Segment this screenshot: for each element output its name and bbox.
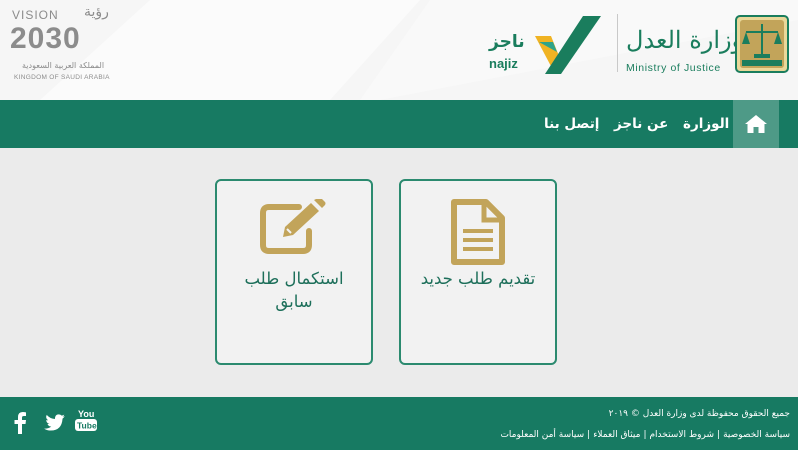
edit-icon bbox=[260, 199, 326, 254]
continue-request-card[interactable]: استكمال طلب سابق bbox=[215, 179, 373, 365]
youtube-link[interactable]: You Tube bbox=[75, 409, 97, 433]
najiz-check-icon bbox=[535, 16, 601, 74]
copyright-text: جميع الحقوق محفوظة لدى وزارة العدل © ٢٠١… bbox=[608, 409, 790, 419]
continue-request-label: استكمال طلب سابق bbox=[244, 269, 344, 311]
customer-charter-link[interactable]: ميثاق العملاء bbox=[593, 430, 640, 440]
terms-of-use-link[interactable]: شروط الاستخدام bbox=[649, 430, 714, 440]
vision-year: 2030 bbox=[10, 22, 81, 55]
facebook-icon bbox=[14, 412, 26, 434]
footer: You Tube جميع الحقوق محفوظة لدى وزارة ال… bbox=[0, 397, 798, 450]
main-navigation: الوزارة عن ناجز إتصل بنا bbox=[0, 100, 798, 148]
ministry-of-justice-logo[interactable]: وزارة العدل Ministry of Justice bbox=[622, 10, 790, 80]
vision-ar-subtitle: المملكة العربية السعودية bbox=[22, 61, 105, 70]
vision-en-subtitle: KINGDOM OF SAUDI ARABIA bbox=[14, 74, 110, 81]
svg-text:You: You bbox=[78, 409, 94, 419]
moj-ar-name: وزارة العدل bbox=[626, 26, 744, 54]
facebook-link[interactable] bbox=[13, 411, 27, 435]
information-security-policy-link[interactable]: سياسة أمن المعلومات bbox=[500, 430, 584, 440]
new-request-label: تقديم طلب جديد bbox=[420, 269, 536, 288]
footer-links: سياسة الخصوصية|شروط الاستخدام|ميثاق العم… bbox=[500, 430, 790, 440]
link-separator: | bbox=[717, 430, 721, 440]
vision-2030-logo: VISION رؤية 2030 المملكة العربية السعودي… bbox=[10, 4, 125, 83]
svg-text:Tube: Tube bbox=[77, 421, 97, 431]
vision-en-title: VISION bbox=[12, 8, 59, 22]
nav-item-ministry[interactable]: الوزارة bbox=[683, 100, 729, 148]
twitter-link[interactable] bbox=[43, 411, 65, 435]
header: VISION رؤية 2030 المملكة العربية السعودي… bbox=[0, 0, 798, 100]
nav-item-about-najiz[interactable]: عن ناجز bbox=[614, 100, 668, 148]
document-icon bbox=[451, 199, 505, 265]
link-separator: | bbox=[587, 430, 591, 440]
youtube-icon: You Tube bbox=[75, 409, 97, 431]
header-divider bbox=[617, 14, 618, 72]
najiz-ar-name: ناجز bbox=[489, 32, 525, 52]
najiz-en-name: najiz bbox=[489, 56, 518, 71]
nav-item-contact-us[interactable]: إتصل بنا bbox=[544, 100, 599, 148]
home-button[interactable] bbox=[733, 100, 779, 148]
moj-emblem-icon bbox=[735, 15, 789, 73]
vision-ar-title: رؤية bbox=[84, 4, 109, 20]
najiz-logo[interactable]: ناجز najiz bbox=[485, 12, 603, 78]
home-icon bbox=[745, 115, 767, 133]
twitter-icon bbox=[44, 414, 65, 431]
privacy-policy-link[interactable]: سياسة الخصوصية bbox=[723, 430, 790, 440]
new-request-card[interactable]: تقديم طلب جديد bbox=[399, 179, 557, 365]
moj-en-name: Ministry of Justice bbox=[626, 62, 721, 74]
